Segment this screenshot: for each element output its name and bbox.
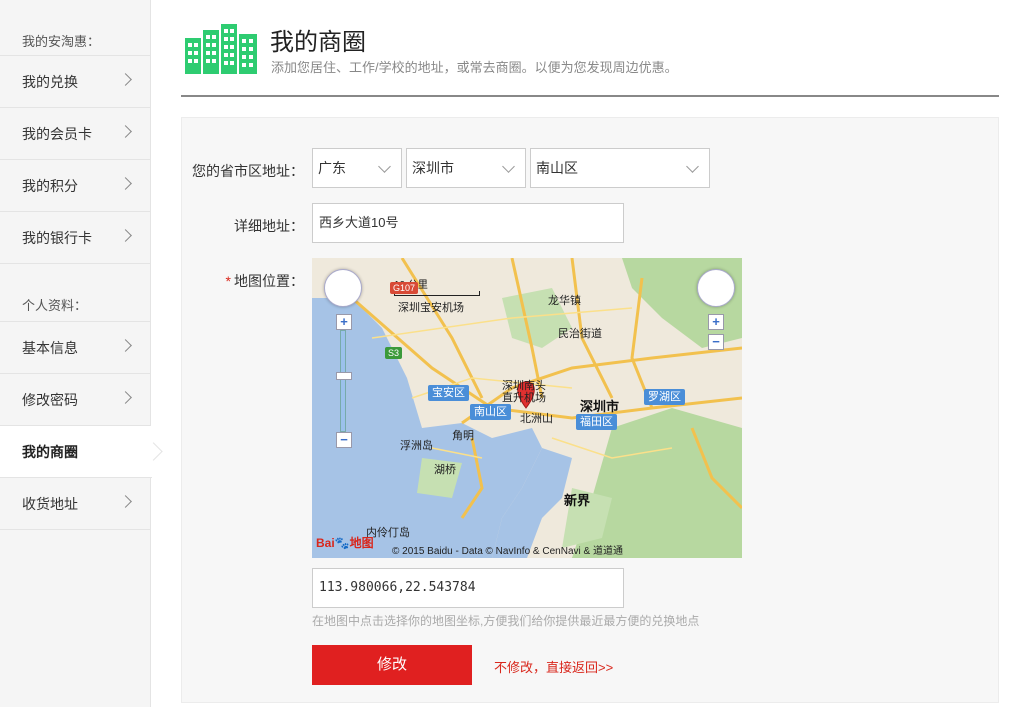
- map-label-jiaoming: 角明: [452, 430, 474, 442]
- city-select[interactable]: 深圳市: [406, 148, 526, 188]
- sidebar-item-label: 我的商圈: [22, 444, 78, 460]
- required-mark: *: [225, 273, 231, 289]
- map-label-text: 地图位置：: [234, 273, 304, 289]
- page-header: 我的商圈 添加您居住、工作/学校的地址，或常去商圈。以便为您发现周边优惠。: [181, 20, 999, 97]
- sidebar-item-label: 我的兑换: [22, 74, 78, 90]
- map-label-longhua: 龙华镇: [548, 295, 581, 307]
- province-select-value: 广东: [318, 160, 346, 176]
- region-label: 您的省市区地址：: [192, 163, 304, 179]
- map-pan-control-left[interactable]: [324, 269, 362, 307]
- sidebar-item-basic-info[interactable]: 基本信息: [0, 322, 150, 374]
- zoom-slider-handle[interactable]: [336, 372, 352, 380]
- map-pan-control-right[interactable]: [697, 269, 735, 307]
- map-label-heliport: 直升机场: [502, 392, 546, 404]
- buildings-icon: [185, 24, 257, 74]
- district-tag-nanshan: 南山区: [470, 404, 511, 420]
- sidebar-item-label: 基本信息: [22, 340, 78, 356]
- sidebar-item-points[interactable]: 我的积分: [0, 160, 150, 212]
- map-canvas: [312, 258, 742, 558]
- zoom-slider[interactable]: [340, 330, 346, 432]
- chevron-right-icon: [119, 495, 132, 508]
- map-label-new-territories: 新界: [564, 493, 591, 508]
- sidebar-item-label: 收货地址: [22, 496, 78, 512]
- location-map[interactable]: 10 公里 G107 S3 深圳宝安机场 龙华镇 民治街道 深圳南头 直升机场 …: [312, 258, 742, 558]
- sidebar-item-label: 修改密码: [22, 392, 78, 408]
- sidebar-item-label: 我的积分: [22, 178, 78, 194]
- map-label-shenzhen: 深圳市: [580, 399, 620, 414]
- province-select[interactable]: 广东: [312, 148, 402, 188]
- zoom-out-button-right[interactable]: −: [708, 334, 724, 350]
- coordinates-input[interactable]: 113.980066,22.543784: [312, 568, 624, 608]
- chevron-right-icon: [119, 125, 132, 138]
- map-label-airport: 深圳宝安机场: [398, 302, 464, 314]
- city-select-value: 深圳市: [412, 160, 454, 176]
- district-tag-futian: 福田区: [576, 414, 617, 430]
- chevron-down-icon: [378, 160, 391, 173]
- map-label-minzhi: 民治街道: [558, 328, 602, 340]
- chevron-right-icon: [119, 229, 132, 242]
- sidebar-section-title-account: 我的安淘惠：: [0, 0, 150, 56]
- page-subtitle: 添加您居住、工作/学校的地址，或常去商圈。以便为您发现周边优惠。: [271, 60, 678, 75]
- chevron-down-icon: [502, 160, 515, 173]
- sidebar-item-bank-card[interactable]: 我的银行卡: [0, 212, 150, 264]
- zoom-out-button[interactable]: −: [336, 432, 352, 448]
- zoom-in-button[interactable]: +: [336, 314, 352, 330]
- map-label-beizhou: 北洲山: [520, 413, 553, 425]
- map-copyright: © 2015 Baidu - Data © NavInfo & CenNavi …: [392, 546, 623, 557]
- district-tag-luohu: 罗湖区: [644, 389, 685, 405]
- map-label: * 地图位置：: [182, 271, 304, 291]
- sidebar-item-exchange[interactable]: 我的兑换: [0, 56, 150, 108]
- district-tag-baoan: 宝安区: [428, 385, 469, 401]
- address-input[interactable]: 西乡大道10号: [312, 203, 624, 243]
- address-label: 详细地址：: [234, 218, 304, 234]
- sidebar-item-label: 我的会员卡: [22, 126, 92, 142]
- chevron-right-icon: [119, 177, 132, 190]
- baidu-map-logo: Bai🐾地图: [316, 536, 374, 550]
- coordinates-hint: 在地图中点击选择你的地图坐标,方便我们给你提供最近最方便的兑换地点: [312, 614, 700, 628]
- road-tag-s3: S3: [385, 347, 403, 359]
- sidebar-item-label: 我的银行卡: [22, 230, 92, 246]
- sidebar-item-shipping-address[interactable]: 收货地址: [0, 478, 150, 530]
- sidebar-item-my-business-area[interactable]: 我的商圈: [0, 426, 152, 478]
- business-area-form: 您的省市区地址： 广东 深圳市 南山区 详细地址： 西乡大道10号 * 地图位置：: [181, 117, 999, 703]
- district-select-value: 南山区: [536, 160, 578, 176]
- sidebar-item-membership-card[interactable]: 我的会员卡: [0, 108, 150, 160]
- chevron-right-icon: [119, 339, 132, 352]
- sidebar-item-change-password[interactable]: 修改密码: [0, 374, 150, 426]
- zoom-in-button-right[interactable]: +: [708, 314, 724, 330]
- district-select[interactable]: 南山区: [530, 148, 710, 188]
- back-link[interactable]: 不修改，直接返回>>: [494, 657, 613, 676]
- page-title: 我的商圈: [270, 29, 366, 56]
- sidebar-section-title-profile: 个人资料：: [0, 264, 150, 322]
- submit-button[interactable]: 修改: [312, 645, 472, 685]
- chevron-right-icon: [119, 391, 132, 404]
- sidebar: 我的安淘惠： 我的兑换 我的会员卡 我的积分 我的银行卡 个人资料： 基本信息 …: [0, 0, 152, 707]
- road-tag-g107: G107: [390, 282, 419, 294]
- map-label-island: 浮洲岛: [400, 440, 433, 452]
- chevron-down-icon: [686, 160, 699, 173]
- chevron-right-icon: [119, 73, 132, 86]
- map-label-huqiao: 湖桥: [434, 464, 456, 476]
